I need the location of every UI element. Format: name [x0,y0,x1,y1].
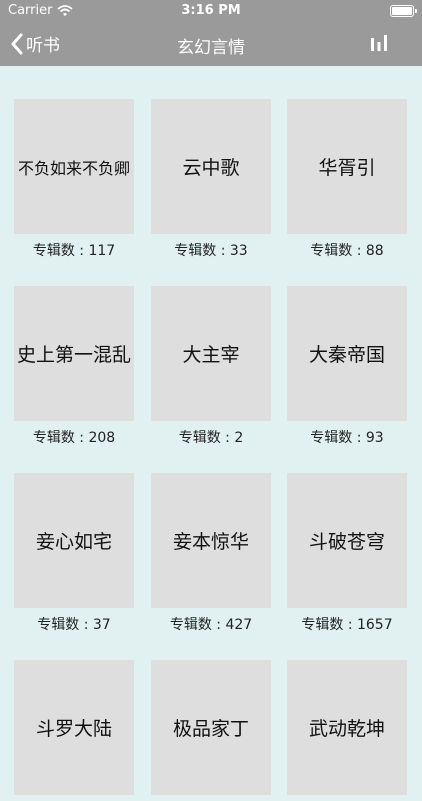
album-card[interactable]: 妾本惊华 专辑数 : 427 [151,473,271,634]
album-cover: 华胥引 [287,99,407,234]
album-cover: 极品家丁 [151,660,271,795]
album-count: 专辑数 : 117 [32,243,116,259]
navigation-bar: 听书 玄幻言情 [0,22,422,66]
album-cover: 妾心如宅 [14,473,134,608]
album-card[interactable]: 史上第一混乱 专辑数 : 208 [14,286,134,447]
top-bar: Carrier 3:16 PM 听书 玄幻言情 [0,0,422,66]
album-count: 专辑数 : 427 [169,617,253,633]
album-cover: 武动乾坤 [287,660,407,795]
album-card[interactable]: 华胥引 专辑数 : 88 [287,99,407,260]
album-cover: 斗破苍穹 [287,473,407,608]
album-count: 专辑数 : 33 [174,243,248,259]
album-cover: 云中歌 [151,99,271,234]
album-card[interactable]: 斗破苍穹 专辑数 : 1657 [287,473,407,634]
album-card[interactable]: 妾心如宅 专辑数 : 37 [14,473,134,634]
album-card[interactable]: 不负如来不负卿 专辑数 : 117 [14,99,134,260]
status-bar: Carrier 3:16 PM [0,0,422,22]
album-count: 专辑数 : 88 [310,243,384,259]
album-card[interactable]: 大秦帝国 专辑数 : 93 [287,286,407,447]
album-cover: 大主宰 [151,286,271,421]
album-count: 专辑数 : 208 [32,430,116,446]
album-count: 专辑数 : 2 [178,430,244,446]
album-card[interactable]: 斗罗大陆 [14,660,134,801]
album-cover: 不负如来不负卿 [14,99,134,234]
album-cover: 妾本惊华 [151,473,271,608]
status-time: 3:16 PM [181,3,241,18]
album-cover: 斗罗大陆 [14,660,134,795]
album-cover: 大秦帝国 [287,286,407,421]
album-cover: 史上第一混乱 [14,286,134,421]
page-title: 玄幻言情 [177,38,245,58]
battery-icon [390,5,417,17]
bar-chart-icon[interactable] [370,34,388,52]
album-grid: 不负如来不负卿 专辑数 : 117 云中歌 专辑数 : 33 华胥引 专辑数 :… [0,66,422,795]
album-count: 专辑数 : 37 [37,617,111,633]
album-card[interactable]: 云中歌 专辑数 : 33 [151,99,271,260]
album-count: 专辑数 : 1657 [301,617,393,633]
album-count: 专辑数 : 93 [310,430,384,446]
album-card[interactable]: 极品家丁 [151,660,271,801]
album-card[interactable]: 武动乾坤 [287,660,407,801]
album-card[interactable]: 大主宰 专辑数 : 2 [151,286,271,447]
